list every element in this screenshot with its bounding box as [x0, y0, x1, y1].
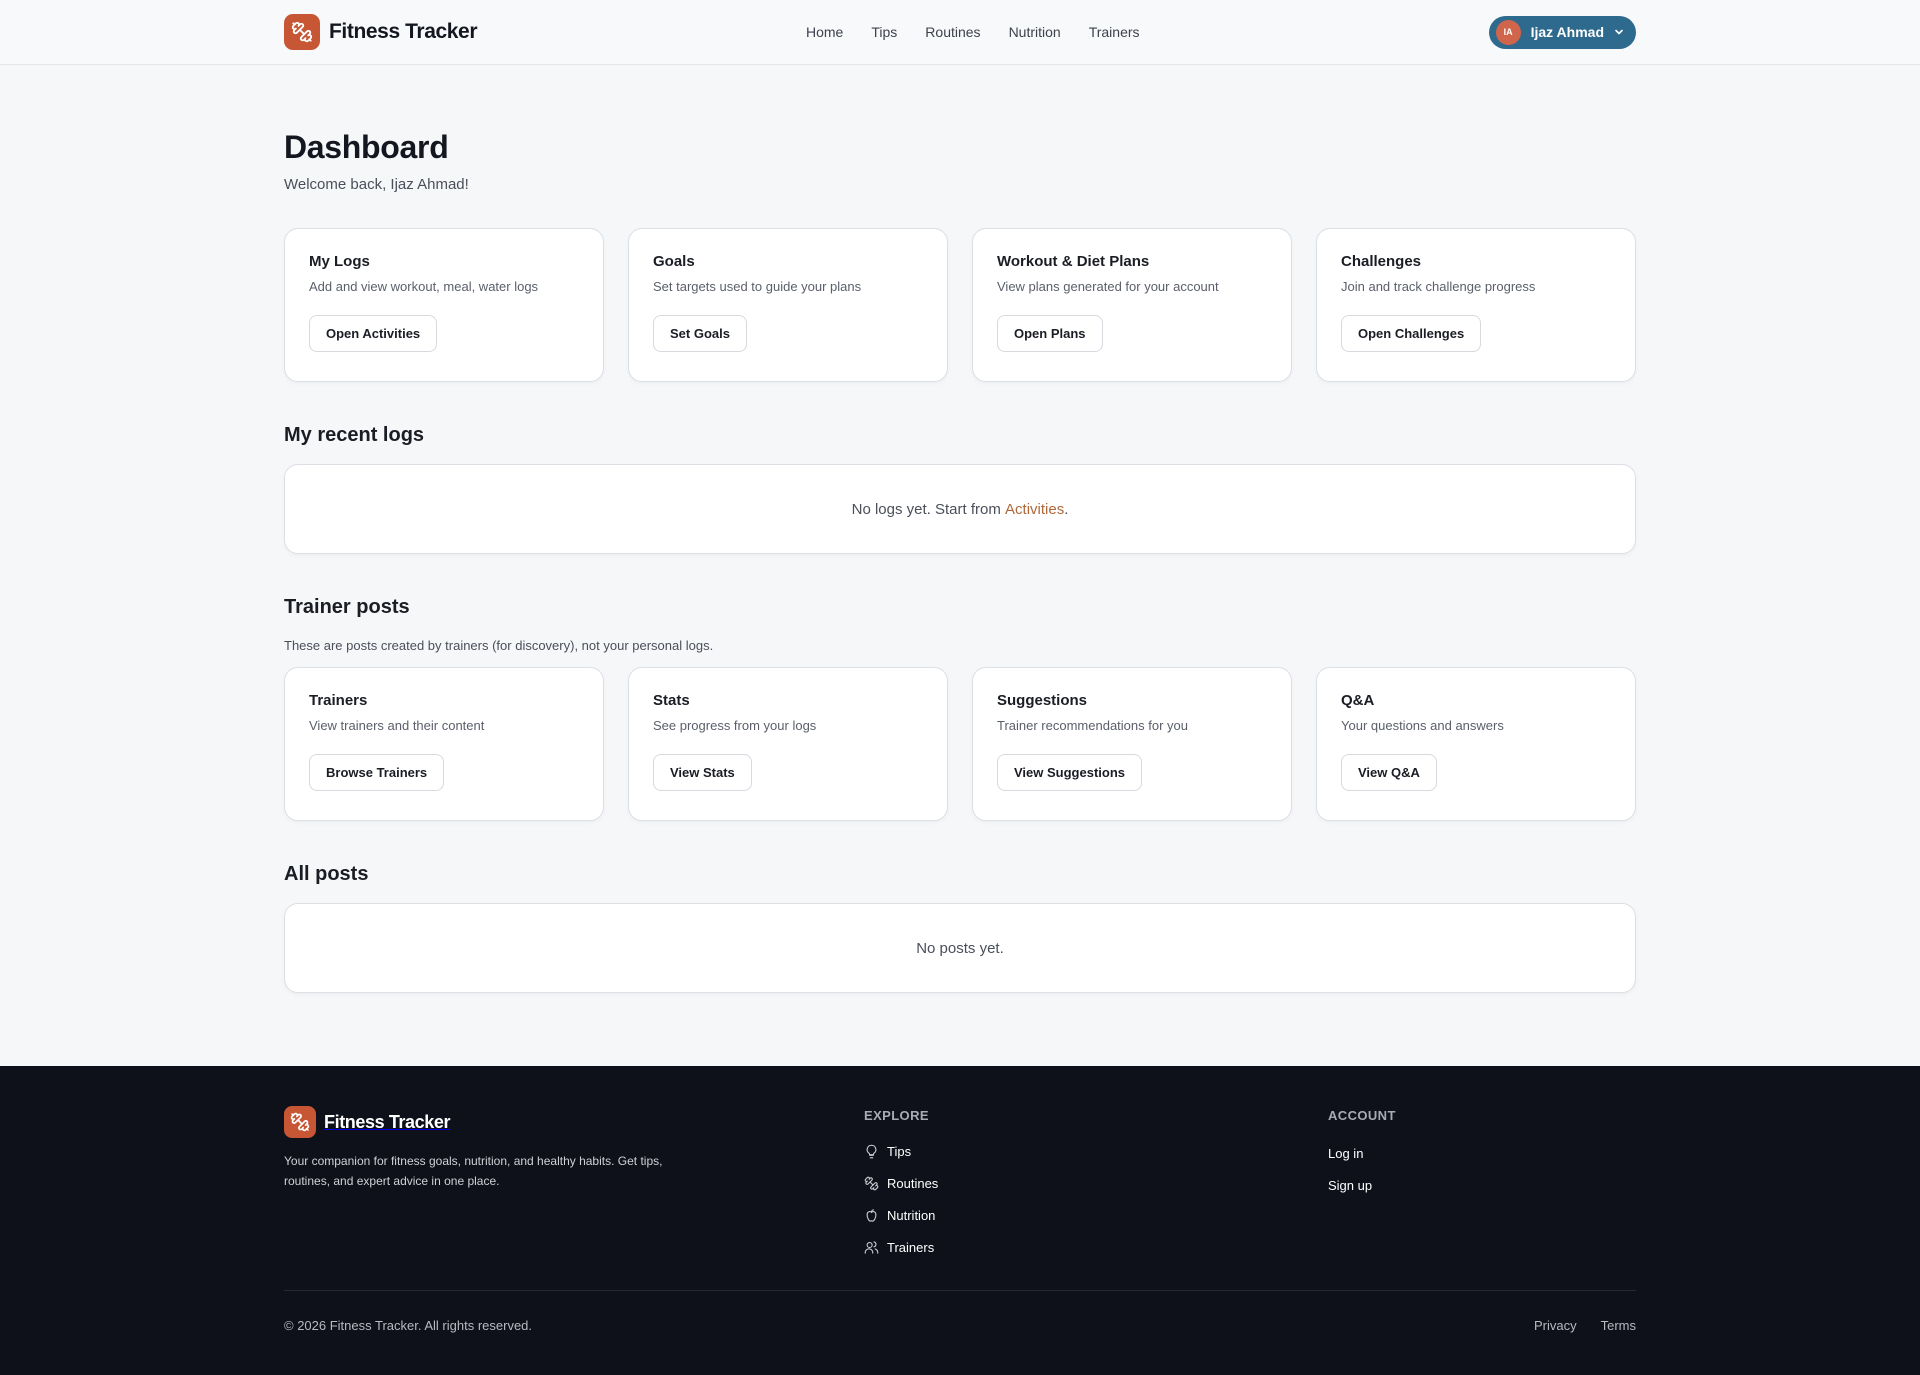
card-description: See progress from your logs — [653, 718, 817, 733]
nav-tips[interactable]: Tips — [871, 24, 897, 40]
brand-name: Fitness Tracker — [329, 20, 478, 43]
card-challenges: Challenges Join and track challenge prog… — [1316, 228, 1636, 382]
card-title: Suggestions — [997, 692, 1088, 709]
footer-legal-links: Privacy Terms — [1534, 1318, 1636, 1333]
open-activities-button[interactable]: Open Activities — [309, 315, 438, 352]
all-posts-empty: No posts yet. — [284, 903, 1636, 993]
card-title: Trainers — [309, 692, 368, 709]
view-stats-button[interactable]: View Stats — [653, 754, 752, 791]
card-description: View trainers and their content — [309, 718, 485, 733]
open-plans-button[interactable]: Open Plans — [997, 315, 1103, 352]
card-title: My Logs — [309, 253, 370, 270]
apple-icon — [866, 1208, 877, 1222]
footer-brand-link[interactable]: Fitness Tracker — [284, 1106, 450, 1138]
footer-login-link[interactable]: Log in — [1328, 1137, 1396, 1169]
footer-description: Your companion for fitness goals, nutrit… — [284, 1154, 663, 1188]
footer-link-label: Trainers — [887, 1239, 935, 1255]
card-stats: Stats See progress from your logs View S… — [628, 667, 948, 821]
user-name: Ijaz Ahmad — [1530, 24, 1604, 40]
card-title: Challenges — [1341, 253, 1422, 270]
dumbbell-icon — [284, 14, 320, 50]
card-description: Your questions and answers — [1341, 718, 1504, 733]
card-description: View plans generated for your account — [997, 279, 1219, 294]
card-suggestions: Suggestions Trainer recommendations for … — [972, 667, 1292, 821]
card-goals: Goals Set targets used to guide your pla… — [628, 228, 948, 382]
footer-link-label: Nutrition — [887, 1207, 936, 1223]
explore-heading: EXPLORE — [864, 1108, 929, 1123]
footer-link-trainers[interactable]: Trainers — [864, 1231, 938, 1263]
card-title: Goals — [653, 253, 695, 270]
empty-logs-prefix: No logs yet. Start from — [851, 500, 1001, 518]
card-trainers: Trainers View trainers and their content… — [284, 667, 604, 821]
chevron-down-icon — [1615, 29, 1623, 35]
footer-signup-link[interactable]: Sign up — [1328, 1169, 1396, 1201]
site-header: Fitness Tracker Home Tips Routines Nutri… — [0, 0, 1920, 65]
card-title: Workout & Diet Plans — [997, 253, 1150, 270]
footer-link-routines[interactable]: Routines — [864, 1167, 938, 1199]
view-qa-button[interactable]: View Q&A — [1341, 754, 1437, 791]
open-challenges-button[interactable]: Open Challenges — [1341, 315, 1482, 352]
set-goals-button[interactable]: Set Goals — [653, 315, 747, 352]
dashboard-cards: My Logs Add and view workout, meal, wate… — [284, 228, 1636, 382]
card-description: Join and track challenge progress — [1341, 279, 1536, 294]
avatar: IA — [1495, 19, 1521, 45]
card-description: Set targets used to guide your plans — [653, 279, 862, 294]
nav-trainers[interactable]: Trainers — [1089, 24, 1140, 40]
nav-home[interactable]: Home — [806, 24, 843, 40]
card-description: Add and view workout, meal, water logs — [309, 279, 539, 294]
footer-divider — [284, 1290, 1636, 1291]
page-title: Dashboard — [284, 129, 449, 165]
all-posts-heading: All posts — [284, 863, 369, 885]
card-description: Trainer recommendations for you — [997, 718, 1188, 733]
trainer-posts-heading: Trainer posts — [284, 596, 410, 618]
nav-routines[interactable]: Routines — [925, 24, 980, 40]
card-title: Stats — [653, 692, 690, 709]
terms-link[interactable]: Terms — [1601, 1318, 1636, 1333]
brand-link[interactable]: Fitness Tracker — [284, 14, 477, 50]
account-heading: ACCOUNT — [1328, 1108, 1396, 1123]
users-icon — [864, 1240, 879, 1254]
card-plans: Workout & Diet Plans View plans generate… — [972, 228, 1292, 382]
trainer-post-cards: Trainers View trainers and their content… — [284, 667, 1636, 821]
card-title: Q&A — [1341, 692, 1375, 709]
user-menu-button[interactable]: IA Ijaz Ahmad — [1488, 15, 1636, 49]
main-content: Dashboard Welcome back, Ijaz Ahmad! My L… — [0, 65, 1920, 993]
dumbbell-icon — [864, 1176, 879, 1190]
activities-link[interactable]: Activities — [1005, 501, 1064, 518]
footer-explore: EXPLORE Tips Routines Nutrition Trainers — [864, 1108, 938, 1263]
view-suggestions-button[interactable]: View Suggestions — [997, 754, 1143, 791]
copyright-text: © 2026 Fitness Tracker. All rights reser… — [284, 1318, 533, 1333]
footer-link-label: Routines — [887, 1175, 939, 1191]
dumbbell-icon — [284, 1106, 316, 1138]
footer-link-nutrition[interactable]: Nutrition — [864, 1199, 938, 1231]
card-qa: Q&A Your questions and answers View Q&A — [1316, 667, 1636, 821]
footer-link-label: Tips — [887, 1143, 912, 1159]
recent-logs-heading: My recent logs — [284, 424, 425, 446]
browse-trainers-button[interactable]: Browse Trainers — [309, 754, 445, 791]
site-footer: Fitness Tracker Your companion for fitne… — [0, 1066, 1920, 1375]
footer-account: ACCOUNT Log in Sign up — [1328, 1108, 1396, 1201]
trainer-posts-note: These are posts created by trainers (for… — [284, 638, 714, 653]
welcome-text: Welcome back, Ijaz Ahmad! — [284, 176, 469, 193]
empty-posts-text: No posts yet. — [916, 939, 1004, 957]
footer-link-tips[interactable]: Tips — [864, 1135, 938, 1167]
card-my-logs: My Logs Add and view workout, meal, wate… — [284, 228, 604, 382]
recent-logs-empty: No logs yet. Start from Activities. — [284, 464, 1636, 554]
privacy-link[interactable]: Privacy — [1534, 1318, 1577, 1333]
footer-brand-name: Fitness Tracker — [324, 1111, 451, 1132]
main-nav: Home Tips Routines Nutrition Trainers — [806, 24, 1140, 40]
nav-nutrition[interactable]: Nutrition — [1009, 24, 1061, 40]
empty-logs-suffix: . — [1064, 500, 1069, 518]
lightbulb-icon — [866, 1144, 877, 1158]
